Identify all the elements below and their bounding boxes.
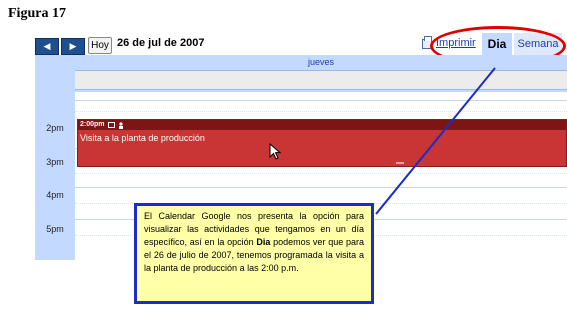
explanation-callout: El Calendar Google nos presenta la opció… <box>134 203 374 304</box>
callout-bold-word: Dia <box>256 237 271 247</box>
